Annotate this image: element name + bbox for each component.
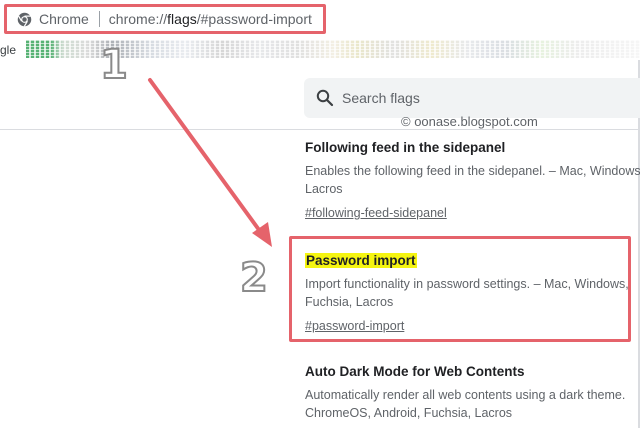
step-1-label: 1 [99,41,129,89]
step-2-label: 2 [239,254,269,302]
annotation-arrow [148,78,272,247]
